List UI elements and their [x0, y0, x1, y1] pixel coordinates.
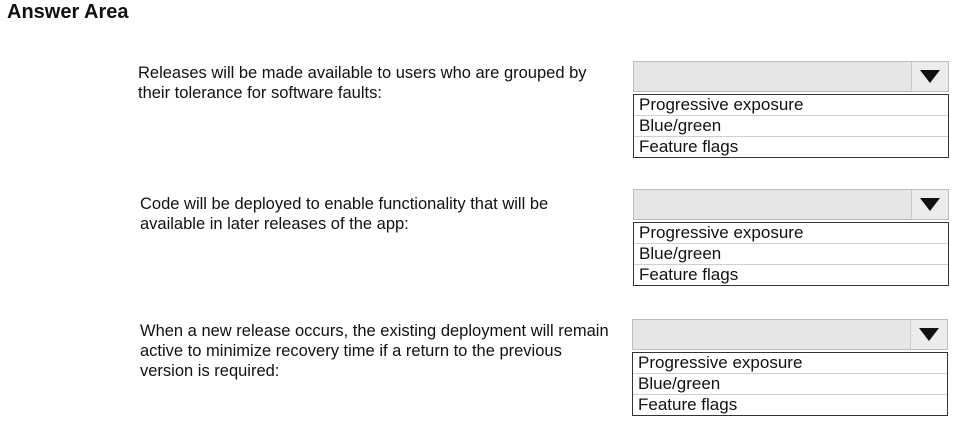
dropdown-2-button[interactable] [911, 190, 948, 219]
dropdown-3-select[interactable] [632, 319, 948, 350]
dropdown-1-select[interactable] [633, 61, 949, 92]
answer-area-title: Answer Area [7, 1, 129, 23]
question-1-dropdown[interactable]: Progressive exposure Blue/green Feature … [633, 61, 949, 158]
option-progressive-exposure[interactable]: Progressive exposure [634, 223, 948, 244]
chevron-down-icon [919, 328, 939, 341]
option-progressive-exposure[interactable]: Progressive exposure [633, 353, 947, 374]
option-feature-flags[interactable]: Feature flags [634, 265, 948, 285]
question-2-text: Code will be deployed to enable function… [140, 195, 549, 233]
dropdown-1-options: Progressive exposure Blue/green Feature … [633, 94, 949, 158]
dropdown-1-button[interactable] [911, 62, 948, 91]
option-progressive-exposure[interactable]: Progressive exposure [634, 95, 948, 116]
option-blue-green[interactable]: Blue/green [634, 244, 948, 265]
dropdown-2-select[interactable] [633, 189, 949, 220]
question-2-dropdown[interactable]: Progressive exposure Blue/green Feature … [633, 189, 949, 286]
option-blue-green[interactable]: Blue/green [634, 116, 948, 137]
option-feature-flags[interactable]: Feature flags [634, 137, 948, 157]
chevron-down-icon [920, 198, 940, 211]
question-3-dropdown[interactable]: Progressive exposure Blue/green Feature … [632, 319, 948, 416]
dropdown-3-options: Progressive exposure Blue/green Feature … [632, 352, 948, 416]
option-blue-green[interactable]: Blue/green [633, 374, 947, 395]
question-1-text: Releases will be made available to users… [138, 64, 587, 102]
dropdown-3-button[interactable] [910, 320, 947, 349]
chevron-down-icon [920, 70, 940, 83]
dropdown-2-options: Progressive exposure Blue/green Feature … [633, 222, 949, 286]
question-3-text: When a new release occurs, the existing … [140, 322, 609, 380]
option-feature-flags[interactable]: Feature flags [633, 395, 947, 415]
